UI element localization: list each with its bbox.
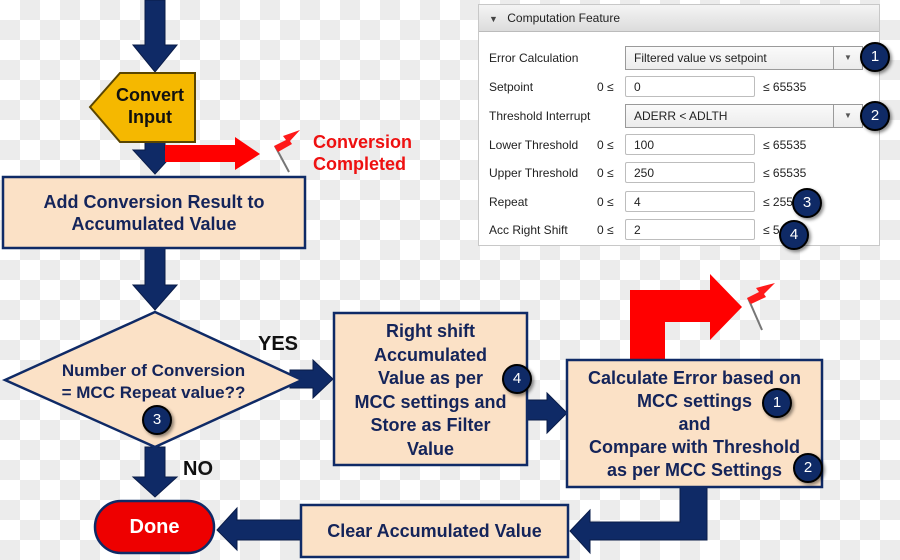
text-line: Accumulated Value [71, 214, 237, 234]
threshold-interrupt-dropdown[interactable]: ADERR < ADLTH ▼ [625, 104, 863, 128]
clear-label: Clear Accumulated Value [327, 521, 542, 541]
lower-threshold-input[interactable]: 100 [625, 134, 755, 155]
error-calculation-dropdown[interactable]: Filtered value vs setpoint ▼ [625, 46, 863, 70]
badge-3: 3 [792, 188, 822, 218]
text-line: Completed [313, 154, 407, 174]
text-line: Input [128, 107, 172, 127]
field-label: Setpoint [489, 80, 534, 94]
red-arrow-threshold [630, 274, 742, 360]
decision-label: Number of Conversion = MCC Repeat value?… [5, 360, 302, 404]
text-line: Store as Filter [370, 415, 491, 435]
done-label: Done [129, 516, 180, 538]
text-line: Accumulated [373, 344, 488, 365]
text-line: as per MCC Settings [606, 460, 783, 480]
arrow-no [131, 446, 179, 498]
selected-value: ADERR < ADLTH [634, 109, 728, 123]
calculate-error-label: Calculate Error based on MCC settings an… [567, 367, 822, 482]
min-label: 0 ≤ [597, 80, 614, 94]
arrow-calc-to-clear [569, 486, 708, 555]
min-label: 0 ≤ [597, 138, 614, 152]
no-label: NO [183, 458, 213, 480]
right-shift-label: Right shift Accumulated Value as per MCC… [334, 320, 527, 461]
text-line: Right shift [386, 321, 475, 341]
badge-4: 4 [779, 220, 809, 250]
min-label: 0 ≤ [597, 166, 614, 180]
field-label: Repeat [489, 195, 528, 209]
chevron-down-icon[interactable]: ▼ [833, 47, 862, 69]
field-label: Error Calculation [489, 51, 579, 65]
upper-threshold-input[interactable]: 250 [625, 162, 755, 183]
max-label: ≤ 255 [763, 195, 793, 209]
min-label: 0 ≤ [597, 195, 614, 209]
row-error-calculation: Error Calculation Filtered value vs setp… [489, 46, 879, 70]
field-label: Lower Threshold [489, 138, 579, 152]
badge-4: 4 [502, 364, 532, 394]
panel-title: Computation Feature [507, 11, 620, 25]
max-label: ≤ 65535 [763, 166, 807, 180]
flag-icon [747, 283, 775, 331]
badge-3: 3 [142, 405, 172, 435]
row-acc-right-shift: Acc Right Shift 0 ≤ 2 ≤ 5 [489, 218, 879, 242]
arrow-top [131, 0, 179, 73]
text-line: MCC settings and [354, 391, 507, 412]
field-label: Threshold Interrupt [489, 109, 591, 123]
text-line: Conversion [313, 132, 413, 152]
selected-value: Filtered value vs setpoint [634, 51, 767, 65]
text-line: Convert [115, 85, 184, 105]
field-label: Upper Threshold [489, 166, 579, 180]
text-line: and [678, 414, 711, 434]
field-label: Acc Right Shift [489, 223, 568, 237]
row-lower-threshold: Lower Threshold 0 ≤ 100 ≤ 65535 [489, 133, 879, 157]
badge-2: 2 [793, 453, 823, 483]
repeat-input[interactable]: 4 [625, 191, 755, 212]
text-line: Number of Conversion [61, 361, 246, 380]
min-label: 0 ≤ [597, 223, 614, 237]
row-setpoint: Setpoint 0 ≤ 0 ≤ 65535 [489, 75, 879, 99]
text-line: Calculate Error based on [587, 368, 802, 388]
flag-icon [274, 130, 300, 173]
badge-1: 1 [860, 42, 890, 72]
triangle-down-icon[interactable]: ▼ [489, 14, 498, 24]
row-threshold-interrupt: Threshold Interrupt ADERR < ADLTH ▼ [489, 104, 879, 128]
badge-1: 1 [762, 388, 792, 418]
yes-label: YES [258, 333, 299, 355]
arrow-add-to-decision [131, 247, 179, 311]
text-line: = MCC Repeat value?? [61, 383, 246, 402]
max-label: ≤ 65535 [763, 80, 807, 94]
acc-right-shift-input[interactable]: 2 [625, 219, 755, 240]
row-upper-threshold: Upper Threshold 0 ≤ 250 ≤ 65535 [489, 161, 879, 185]
setpoint-input[interactable]: 0 [625, 76, 755, 97]
convert-input-label: Convert Input [104, 84, 196, 128]
badge-2: 2 [860, 101, 890, 131]
add-result-label: Add Conversion Result to Accumulated Val… [3, 191, 305, 235]
max-label: ≤ 65535 [763, 138, 807, 152]
arrow-clear-to-done [216, 506, 302, 552]
max-label: ≤ 5 [763, 223, 780, 237]
text-line: Value [406, 438, 455, 459]
text-line: Value as per [377, 368, 484, 388]
text-line: Add Conversion Result to [43, 192, 265, 212]
panel-header[interactable]: ▼ Computation Feature [479, 5, 879, 32]
text-line: Compare with Threshold [588, 437, 801, 457]
conversion-completed-label: Conversion Completed [313, 131, 412, 175]
chevron-down-icon[interactable]: ▼ [833, 105, 862, 127]
arrow-shift-to-calc [526, 391, 568, 435]
